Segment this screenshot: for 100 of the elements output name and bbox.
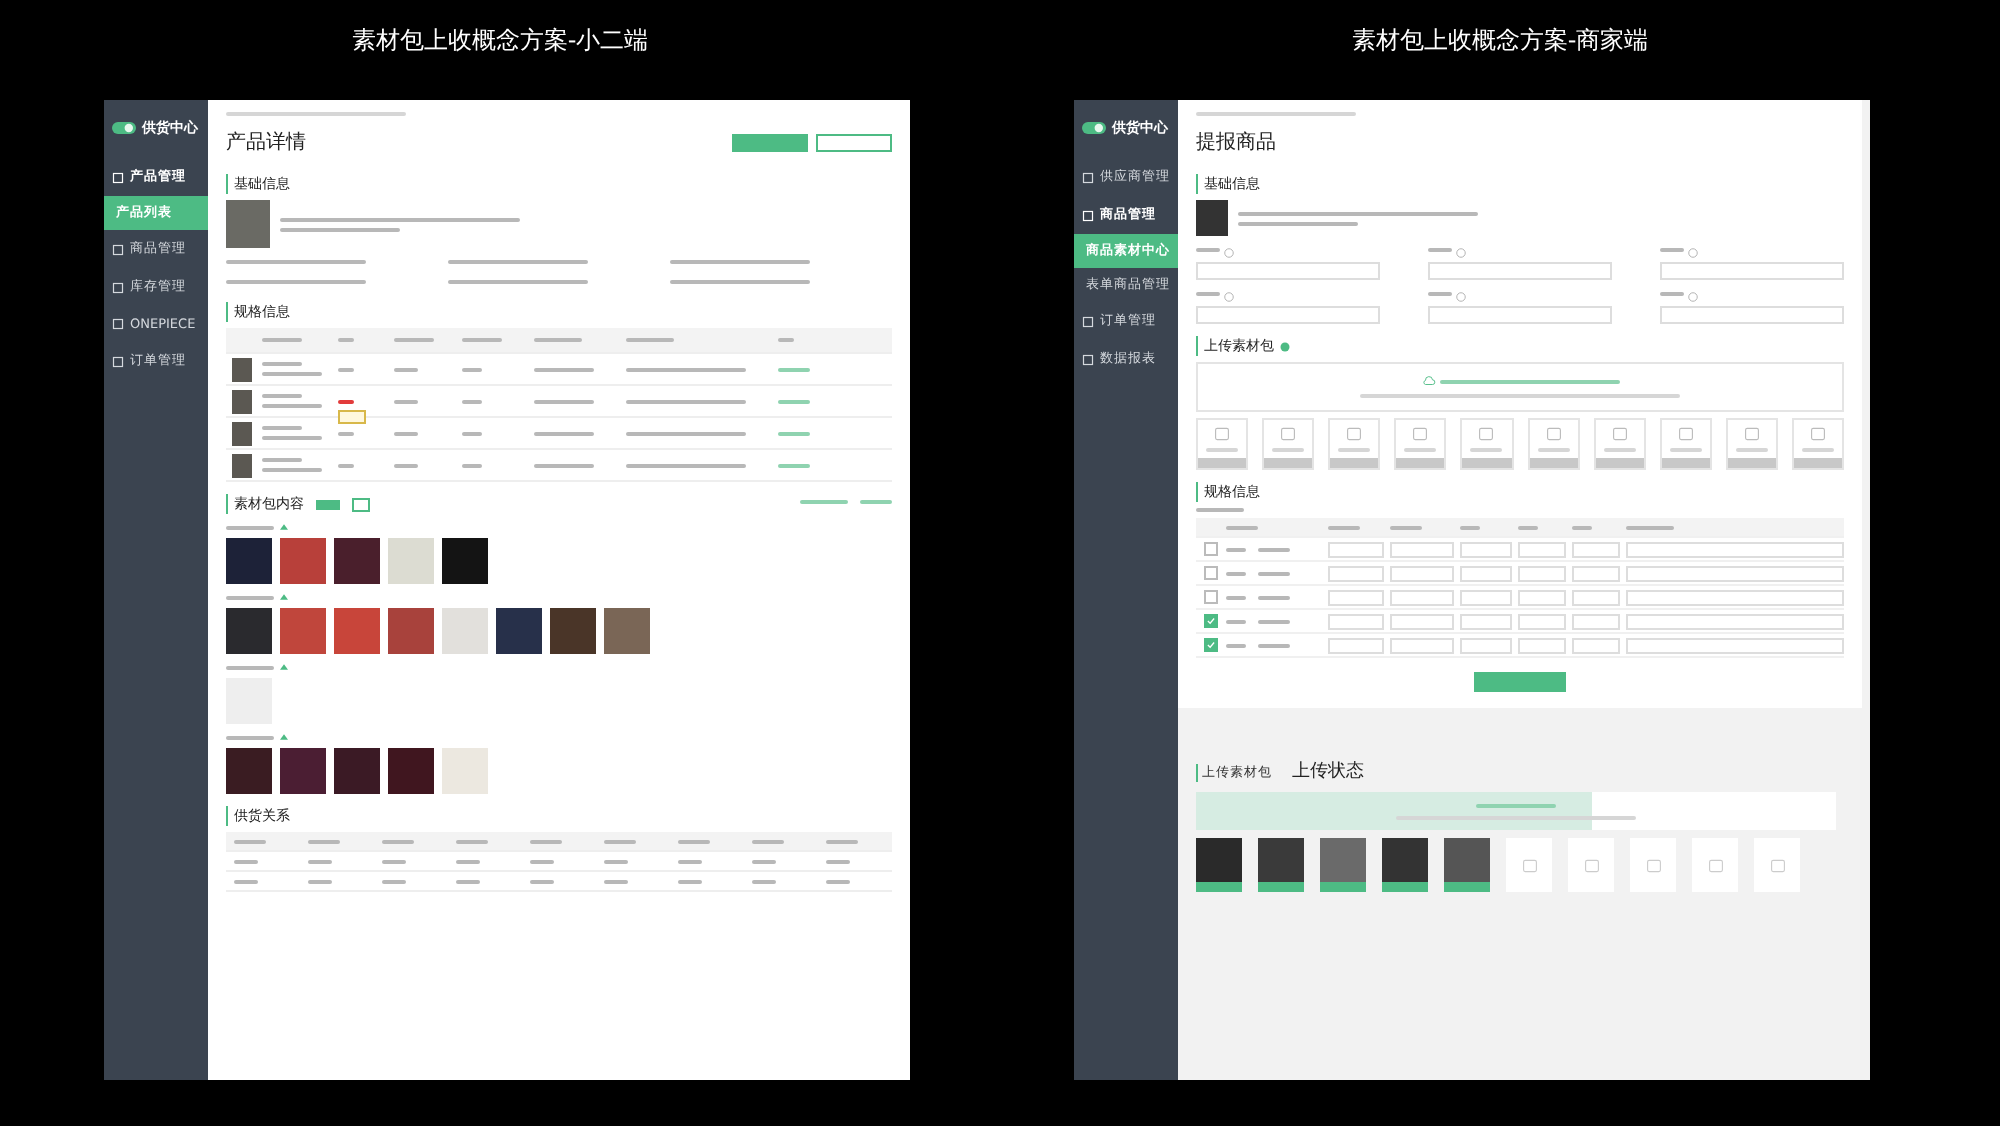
input-field[interactable] xyxy=(1460,589,1512,605)
material-tile[interactable] xyxy=(1394,418,1447,470)
input-field[interactable] xyxy=(1328,613,1384,629)
image-icon xyxy=(1707,857,1723,873)
input-field[interactable] xyxy=(1660,262,1844,280)
tile-status-bar xyxy=(1198,458,1247,468)
details-link-blur[interactable] xyxy=(778,399,810,403)
input-field[interactable] xyxy=(1572,613,1620,629)
tile-status-bar xyxy=(1529,458,1578,468)
cloud-upload-icon xyxy=(1421,376,1435,386)
tile-status-bar xyxy=(1396,458,1445,468)
input-field[interactable] xyxy=(1460,637,1512,653)
image-icon xyxy=(1645,857,1661,873)
checkbox[interactable] xyxy=(1204,542,1218,556)
menu-icon xyxy=(112,318,124,330)
page-title: 提报商品 xyxy=(1196,129,1278,156)
version-badge xyxy=(352,497,370,511)
upload-dropzone[interactable] xyxy=(1196,362,1844,412)
details-link-blur[interactable] xyxy=(778,367,810,371)
image-icon xyxy=(1280,426,1297,442)
primary-button[interactable] xyxy=(732,133,808,151)
image-icon xyxy=(1769,857,1785,873)
input-field[interactable] xyxy=(1428,306,1612,324)
input-field[interactable] xyxy=(1660,306,1844,324)
secondary-button[interactable] xyxy=(816,133,892,151)
material-tile[interactable] xyxy=(1791,418,1844,470)
menu-icon xyxy=(1082,171,1094,183)
input-field[interactable] xyxy=(1196,262,1380,280)
input-field[interactable] xyxy=(1572,541,1620,557)
material-tile[interactable] xyxy=(1527,418,1580,470)
material-tile[interactable] xyxy=(1262,418,1315,470)
input-field[interactable] xyxy=(1626,613,1844,629)
input-field[interactable] xyxy=(1390,589,1454,605)
tile-status-bar xyxy=(1727,458,1776,468)
input-field[interactable] xyxy=(1428,262,1612,280)
material-tile[interactable] xyxy=(1593,418,1646,470)
input-field[interactable] xyxy=(1390,613,1454,629)
image-icon xyxy=(1743,426,1760,442)
material-tile[interactable] xyxy=(1659,418,1712,470)
input-field[interactable] xyxy=(1626,589,1844,605)
input-field[interactable] xyxy=(1572,565,1620,581)
menu-icon xyxy=(1082,209,1094,221)
input-field[interactable] xyxy=(1460,613,1512,629)
help-icon[interactable] xyxy=(1688,248,1698,258)
input-field[interactable] xyxy=(1328,637,1384,653)
photo-placeholder xyxy=(232,421,252,445)
input-field[interactable] xyxy=(1518,613,1566,629)
input-field[interactable] xyxy=(1572,589,1620,605)
input-field[interactable] xyxy=(1626,565,1844,581)
slide-caption: 素材包上收概念方案-商家端 xyxy=(1349,23,1651,57)
input-field[interactable] xyxy=(1328,565,1384,581)
checkbox[interactable] xyxy=(1204,590,1218,604)
input-field[interactable] xyxy=(1390,637,1454,653)
input-field[interactable] xyxy=(1328,589,1384,605)
link-blur[interactable] xyxy=(800,499,848,503)
input-field[interactable] xyxy=(1518,637,1566,653)
help-icon[interactable] xyxy=(1688,292,1698,302)
input-field[interactable] xyxy=(1518,541,1566,557)
material-tile[interactable] xyxy=(1328,418,1381,470)
input-field[interactable] xyxy=(1390,565,1454,581)
input-field[interactable] xyxy=(1460,541,1512,557)
help-icon[interactable] xyxy=(1456,248,1466,258)
caret-icon[interactable] xyxy=(280,524,288,530)
uploaded-label-bar xyxy=(1444,882,1490,892)
menu-icon xyxy=(112,171,124,183)
uploaded-label-bar xyxy=(1382,882,1428,892)
image-icon xyxy=(1346,426,1363,442)
photo-placeholder xyxy=(1196,200,1228,236)
input-field[interactable] xyxy=(1626,637,1844,653)
input-field[interactable] xyxy=(1390,541,1454,557)
photo-placeholder xyxy=(226,200,270,248)
input-field[interactable] xyxy=(1518,589,1566,605)
input-field[interactable] xyxy=(1328,541,1384,557)
material-tile[interactable] xyxy=(1196,418,1249,470)
input-field[interactable] xyxy=(1626,541,1844,557)
input-field[interactable] xyxy=(1572,637,1620,653)
input-field[interactable] xyxy=(1196,306,1380,324)
photo-placeholder xyxy=(232,389,252,413)
image-icon xyxy=(1412,426,1429,442)
help-icon[interactable] xyxy=(1280,341,1290,351)
help-icon[interactable] xyxy=(1456,292,1466,302)
material-tile[interactable] xyxy=(1725,418,1778,470)
link-blur[interactable] xyxy=(860,499,892,503)
input-field[interactable] xyxy=(1518,565,1566,581)
help-icon[interactable] xyxy=(1224,292,1234,302)
checkbox[interactable] xyxy=(1204,566,1218,580)
material-tile[interactable] xyxy=(1460,418,1513,470)
checkbox[interactable] xyxy=(1204,614,1218,628)
slide-caption: 素材包上收概念方案-小二端 xyxy=(349,23,651,57)
submit-button[interactable] xyxy=(1474,672,1566,692)
help-icon[interactable] xyxy=(1224,248,1234,258)
caret-icon[interactable] xyxy=(280,734,288,740)
checkbox[interactable] xyxy=(1204,638,1218,652)
image-icon xyxy=(1478,426,1495,442)
caret-icon[interactable] xyxy=(280,594,288,600)
caret-icon[interactable] xyxy=(280,664,288,670)
details-link-blur[interactable] xyxy=(778,431,810,435)
input-field[interactable] xyxy=(1460,565,1512,581)
details-link-blur[interactable] xyxy=(778,463,810,467)
image-icon xyxy=(1545,426,1562,442)
